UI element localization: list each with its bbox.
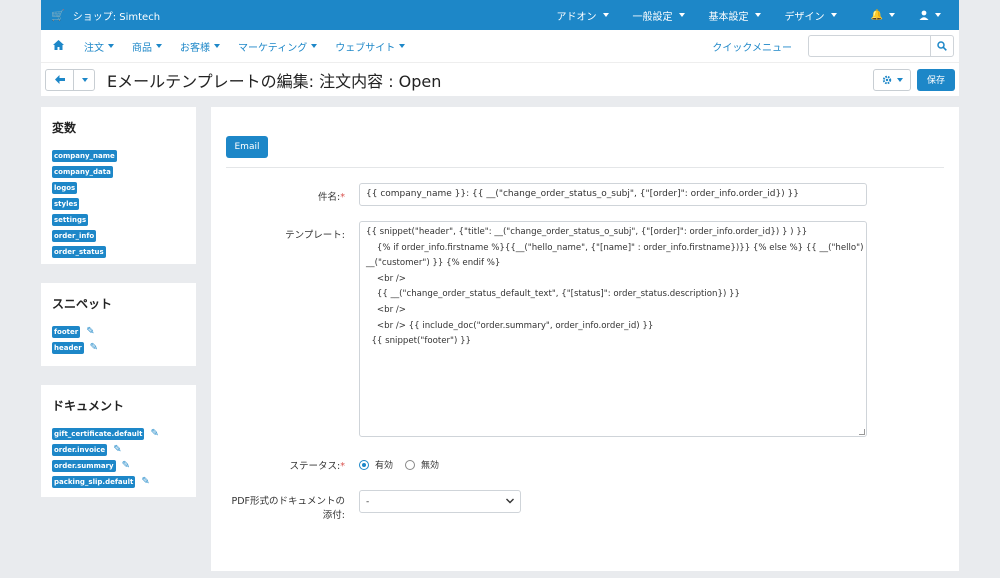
- template-line: {{ snippet("header", {"title": __("chang…: [366, 227, 808, 237]
- documents-panel: ドキュメント gift_certificate.default ✎ order.i…: [41, 385, 196, 497]
- document-tag[interactable]: order.summary: [52, 460, 116, 472]
- pdf-attach-value: -: [366, 496, 370, 507]
- search-input[interactable]: [808, 35, 930, 57]
- cart-icon: 🛒: [51, 8, 65, 22]
- back-arrow-icon[interactable]: [46, 69, 74, 90]
- home-icon[interactable]: [53, 39, 64, 53]
- nav-marketing[interactable]: マーケティング: [238, 39, 318, 54]
- status-disabled-label: 無効: [421, 461, 440, 471]
- search-icon[interactable]: [930, 35, 954, 57]
- nav-website[interactable]: ウェブサイト: [335, 39, 406, 54]
- menu-basic-settings[interactable]: 基本設定: [697, 8, 773, 23]
- variable-tag[interactable]: company_data: [52, 166, 113, 178]
- snippets-panel: スニペット footer ✎ header ✎: [41, 283, 196, 366]
- status-disabled-radio[interactable]: [405, 459, 416, 470]
- nav-customers[interactable]: お客様: [180, 39, 220, 54]
- status-enabled-label: 有効: [375, 461, 394, 471]
- pdf-attach-select[interactable]: -: [359, 490, 521, 513]
- main-content: Email 件名:* {{ company_name }}: {{ __("ch…: [211, 107, 959, 571]
- tab-email[interactable]: Email: [226, 136, 268, 158]
- save-button[interactable]: 保存: [917, 68, 955, 91]
- quick-menu-link[interactable]: クイックメニュー: [712, 39, 792, 54]
- template-line: {% if order_info.firstname %}{{__("hello…: [366, 242, 867, 253]
- snippets-heading: スニペット: [52, 297, 113, 311]
- template-label: テンプレート:: [285, 230, 345, 241]
- variable-tag[interactable]: order_info: [52, 230, 97, 242]
- user-icon[interactable]: [907, 10, 953, 20]
- title-bar: Eメールテンプレートの編集: 注文内容 : Open 保存: [41, 62, 959, 96]
- status-label: ステータス:*: [289, 461, 345, 472]
- template-line: <br />: [366, 273, 406, 284]
- edit-icon[interactable]: ✎: [122, 461, 130, 471]
- notifications-bell-icon[interactable]: 🔔: [859, 10, 907, 21]
- page-title: Eメールテンプレートの編集: 注文内容 : Open: [107, 71, 442, 91]
- template-line: __("customer") }} {% endif %}: [366, 258, 501, 269]
- search-box: [808, 35, 954, 57]
- status-radio-group: 有効 無効: [359, 458, 439, 471]
- gear-icon: [882, 75, 891, 84]
- variable-tag[interactable]: company_name: [52, 150, 117, 162]
- document-tag[interactable]: packing_slip.default: [52, 476, 136, 488]
- menu-design[interactable]: デザイン: [773, 8, 849, 23]
- nav-orders[interactable]: 注文: [84, 39, 114, 54]
- subject-field[interactable]: {{ company_name }}: {{ __("change_order_…: [359, 183, 867, 206]
- main-nav: 注文 商品 お客様 マーケティング ウェブサイト クイックメニュー: [41, 30, 959, 62]
- snippet-tag[interactable]: footer: [52, 326, 81, 338]
- shop-name[interactable]: ショップ: Simtech: [73, 8, 160, 23]
- edit-icon[interactable]: ✎: [141, 477, 149, 487]
- nav-products[interactable]: 商品: [132, 39, 162, 54]
- template-line: {{ snippet("footer") }}: [366, 336, 472, 347]
- documents-heading: ドキュメント: [52, 399, 125, 413]
- template-editor[interactable]: {{ snippet("header", {"title": __("chang…: [359, 221, 867, 437]
- template-line: {{ __("change_order_status_default_text"…: [366, 289, 740, 300]
- variables-panel: 変数 company_name company_data logos style…: [41, 107, 196, 264]
- subject-label: 件名:*: [318, 192, 345, 203]
- snippet-tag[interactable]: header: [52, 342, 84, 354]
- document-tag[interactable]: gift_certificate.default: [52, 428, 145, 440]
- chevron-down-icon: [506, 497, 514, 507]
- edit-icon[interactable]: ✎: [150, 429, 158, 439]
- template-line: <br />: [366, 304, 406, 315]
- status-enabled-radio[interactable]: [359, 459, 369, 470]
- document-tag[interactable]: order.invoice: [52, 444, 108, 456]
- resize-handle[interactable]: [859, 429, 865, 435]
- template-line: <br /> {{ include_doc("order.summary", o…: [366, 320, 654, 331]
- edit-icon[interactable]: ✎: [90, 343, 98, 353]
- edit-icon[interactable]: ✎: [86, 327, 94, 337]
- variable-tag[interactable]: styles: [52, 198, 80, 210]
- settings-gear-button[interactable]: [873, 68, 911, 91]
- top-bar: 🛒 ショップ: Simtech アドオン 一般設定 基本設定 デザイン 🔔: [41, 0, 959, 30]
- menu-addons[interactable]: アドオン: [545, 8, 621, 23]
- menu-general-settings[interactable]: 一般設定: [621, 8, 697, 23]
- variable-tag[interactable]: settings: [52, 214, 89, 226]
- variable-tag[interactable]: logos: [52, 182, 78, 194]
- variable-tag[interactable]: order_status: [52, 246, 106, 258]
- divider: [226, 167, 944, 168]
- pdf-attach-label: PDF形式のドキュメントの 添付:: [231, 496, 345, 521]
- edit-icon[interactable]: ✎: [113, 445, 121, 455]
- back-dropdown-chevron-icon[interactable]: [74, 70, 94, 90]
- back-button-group: [45, 68, 95, 91]
- variables-heading: 変数: [52, 121, 77, 135]
